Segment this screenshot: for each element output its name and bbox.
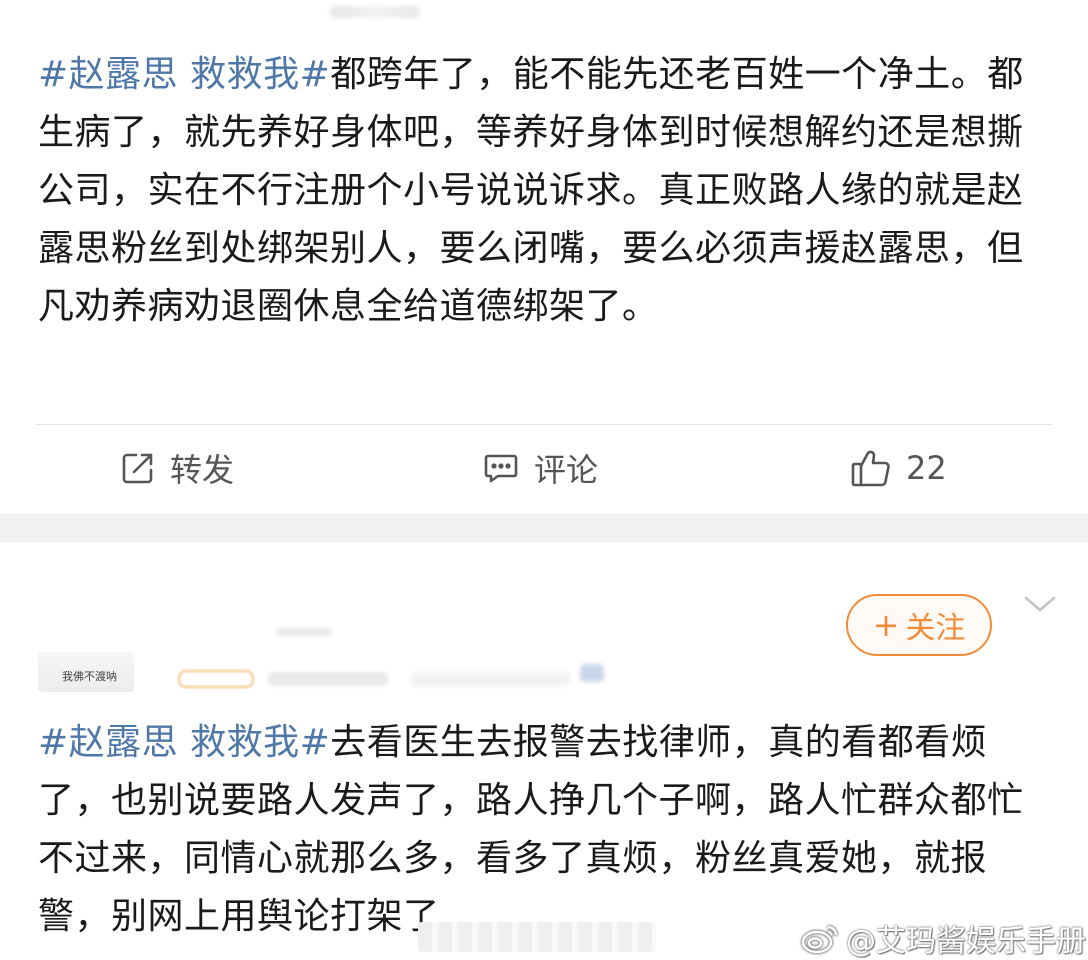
follow-button[interactable]: + 关注 xyxy=(846,594,992,656)
avatar[interactable]: 我佛不渡呐 xyxy=(38,652,134,692)
post-body: #赵露思 救救我#都跨年了，能不能先还老百姓一个净土。都生病了，就先养好身体吧，… xyxy=(38,46,1048,336)
redacted-meta xyxy=(410,672,570,686)
redacted-source xyxy=(580,664,604,682)
repost-button[interactable]: 转发 xyxy=(120,428,234,508)
weibo-logo-icon xyxy=(801,925,838,954)
watermark: @艾玛酱娱乐手册 xyxy=(800,916,1086,960)
avatar-text: 我佛不渡呐 xyxy=(62,670,117,683)
post-card: #赵露思 救救我#都跨年了，能不能先还老百姓一个净土。都生病了，就先养好身体吧，… xyxy=(0,0,1088,514)
redacted-meta xyxy=(268,672,388,686)
comment-label: 评论 xyxy=(534,451,599,489)
section-gap xyxy=(0,514,1088,542)
comment-button[interactable]: 评论 xyxy=(482,428,598,508)
redacted-header xyxy=(330,6,420,18)
follow-label: 关注 xyxy=(905,611,966,646)
hashtag-link[interactable]: #赵露思 救救我# xyxy=(38,54,330,95)
comment-icon xyxy=(484,454,518,483)
plus-icon: + xyxy=(872,606,900,644)
like-button[interactable]: 22 xyxy=(850,428,947,508)
redacted-nickname xyxy=(276,628,332,636)
watermark-text: @艾玛酱娱乐手册 xyxy=(846,924,1086,959)
thumbs-up-icon xyxy=(851,450,890,487)
divider xyxy=(36,424,1052,425)
repost-icon xyxy=(122,453,153,484)
repost-label: 转发 xyxy=(170,451,235,489)
like-count: 22 xyxy=(906,449,947,487)
redacted-watermark xyxy=(418,922,656,952)
chevron-down-icon[interactable] xyxy=(1022,590,1058,618)
vip-badge xyxy=(178,670,254,688)
post-card: 我佛不渡呐 + 关注 #赵露思 救救我#去看医生去报警去找律师，真的看都看烦了，… xyxy=(0,542,1088,960)
action-bar: 转发 评论 22 xyxy=(0,428,1088,508)
hashtag-link[interactable]: #赵露思 救救我# xyxy=(38,722,330,763)
post-body: #赵露思 救救我#去看医生去报警去找律师，真的看都看烦了，也别说要路人发声了，路… xyxy=(38,714,1050,946)
